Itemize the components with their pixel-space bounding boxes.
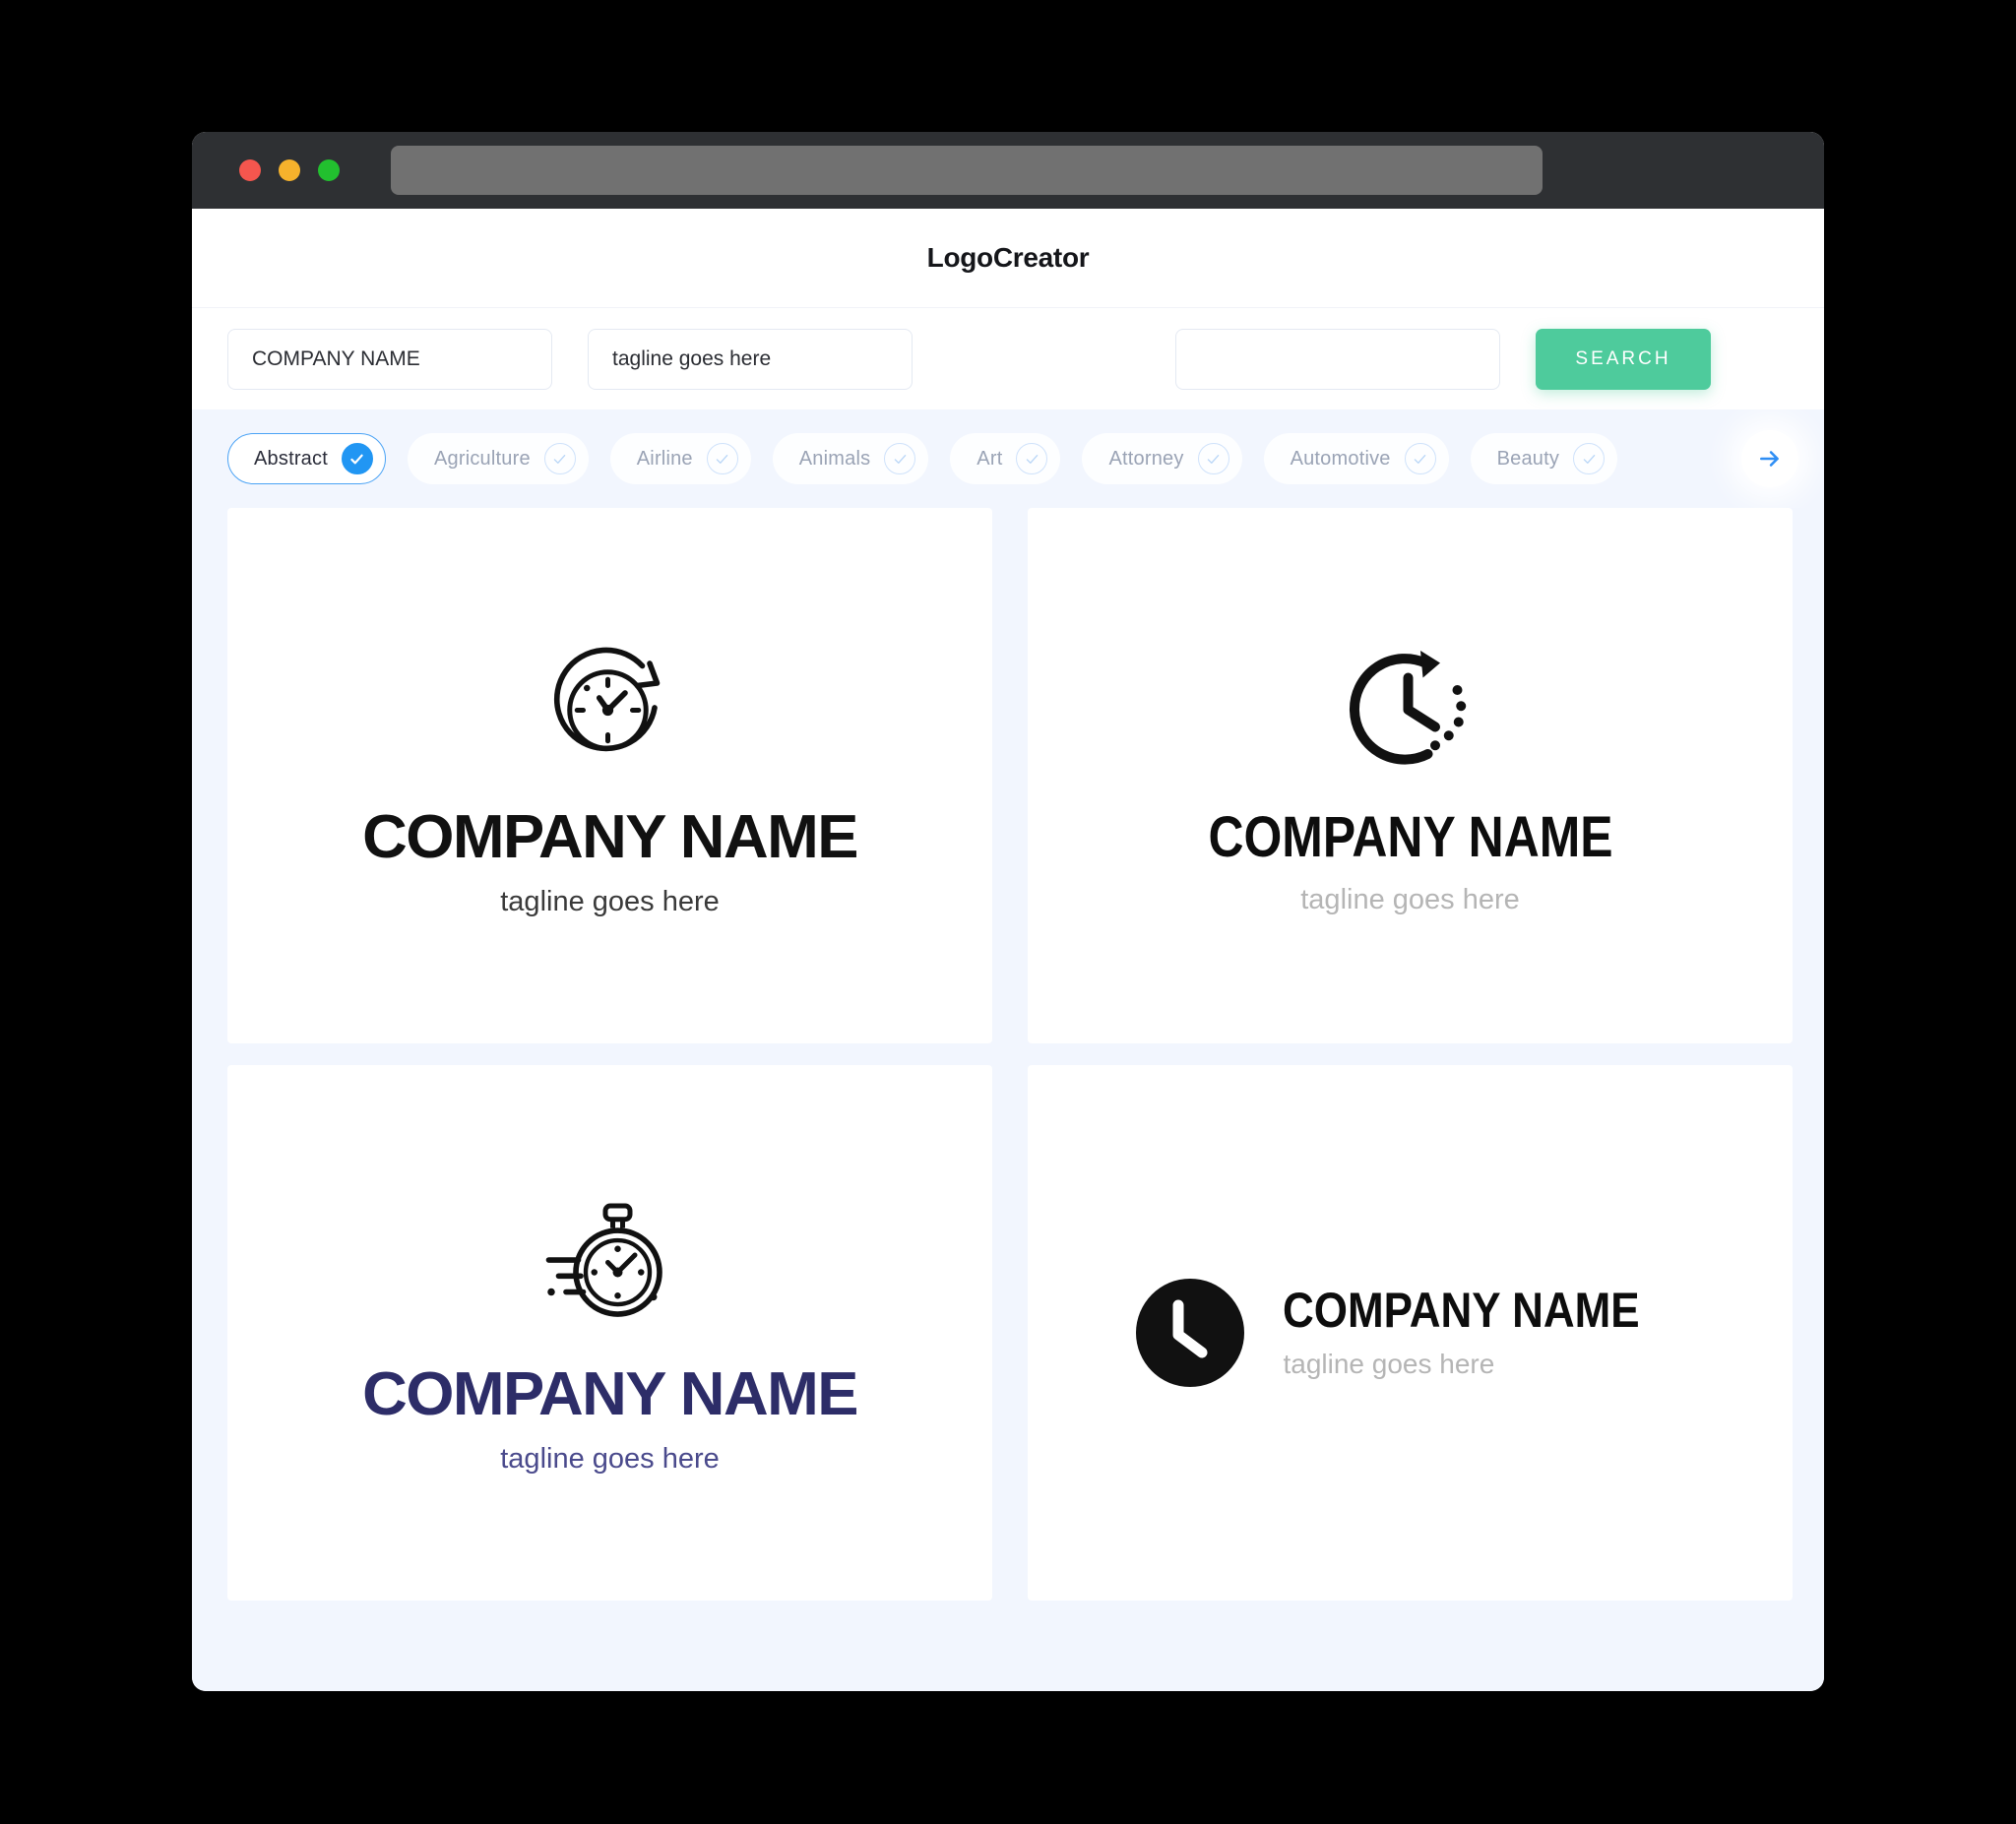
check-icon: [543, 443, 576, 474]
category-chip-label: Abstract: [254, 447, 328, 470]
category-chip-label: Art: [976, 447, 1003, 470]
page-title: LogoCreator: [926, 242, 1090, 273]
url-bar[interactable]: [391, 146, 1543, 195]
logo-card[interactable]: COMPANY NAME tagline goes here: [1028, 1065, 1793, 1601]
clock-dotted-arrow-icon: [1349, 650, 1466, 765]
category-chip-label: Airline: [636, 447, 693, 470]
stopwatch-speed-icon: [545, 1203, 662, 1317]
category-chip-label: Attorney: [1108, 447, 1184, 470]
categories-next-arrow-icon[interactable]: [1741, 430, 1798, 487]
category-chip-animals[interactable]: Animals: [772, 433, 929, 484]
minimize-window-button[interactable]: [279, 159, 300, 181]
category-chip-label: Beauty: [1496, 447, 1560, 470]
logo-tagline: tagline goes here: [1300, 883, 1520, 915]
check-icon: [341, 443, 373, 474]
logo-company-name: COMPANY NAME: [1283, 1283, 1641, 1338]
check-icon: [884, 443, 916, 474]
logo-results-grid: COMPANY NAME tagline goes here COMPANY N…: [192, 508, 1824, 1691]
category-chip-agriculture[interactable]: Agriculture: [407, 433, 589, 484]
logo-tagline: tagline goes here: [1283, 1349, 1495, 1379]
category-chip-attorney[interactable]: Attorney: [1082, 433, 1242, 484]
category-chip-label: Automotive: [1290, 447, 1391, 470]
logo-card[interactable]: COMPANY NAME tagline goes here: [227, 1065, 992, 1601]
check-icon: [1573, 443, 1606, 474]
app-header: LogoCreator: [192, 209, 1824, 307]
logo-card[interactable]: COMPANY NAME tagline goes here: [1028, 508, 1793, 1043]
clock-refresh-icon: [553, 647, 660, 751]
category-chip-airline[interactable]: Airline: [609, 433, 751, 484]
logo-company-name: COMPANY NAME: [362, 802, 858, 871]
category-chip-abstract[interactable]: Abstract: [227, 433, 386, 484]
browser-window: LogoCreator SEARCH Abstract Agriculture …: [192, 132, 1824, 1691]
arrow-right-icon: [1760, 451, 1779, 467]
check-icon: [1016, 443, 1048, 474]
search-button[interactable]: SEARCH: [1536, 328, 1711, 390]
check-icon: [1197, 443, 1229, 474]
check-icon: [706, 443, 738, 474]
search-toolbar: SEARCH: [192, 307, 1824, 409]
category-chip-label: Animals: [798, 447, 871, 470]
keyword-input[interactable]: [1175, 328, 1500, 390]
category-chip-beauty[interactable]: Beauty: [1470, 433, 1618, 484]
logo-company-name: COMPANY NAME: [362, 1359, 858, 1428]
close-window-button[interactable]: [239, 159, 261, 181]
traffic-lights: [239, 159, 340, 181]
category-filter-bar: Abstract Agriculture Airline Animals Art: [192, 409, 1824, 508]
logo-tagline: tagline goes here: [500, 1442, 720, 1475]
category-chip-art[interactable]: Art: [950, 433, 1061, 484]
clock-solid-circle-icon: [1136, 1279, 1245, 1387]
category-chip-label: Agriculture: [433, 447, 531, 470]
maximize-window-button[interactable]: [318, 159, 340, 181]
logo-tagline: tagline goes here: [500, 885, 720, 917]
company-name-input[interactable]: [227, 328, 552, 390]
category-chip-automotive[interactable]: Automotive: [1263, 433, 1449, 484]
browser-chrome-bar: [192, 132, 1824, 209]
check-icon: [1404, 443, 1436, 474]
logo-card[interactable]: COMPANY NAME tagline goes here: [227, 508, 992, 1043]
tagline-input[interactable]: [588, 328, 913, 390]
logo-company-name: COMPANY NAME: [1207, 804, 1613, 869]
